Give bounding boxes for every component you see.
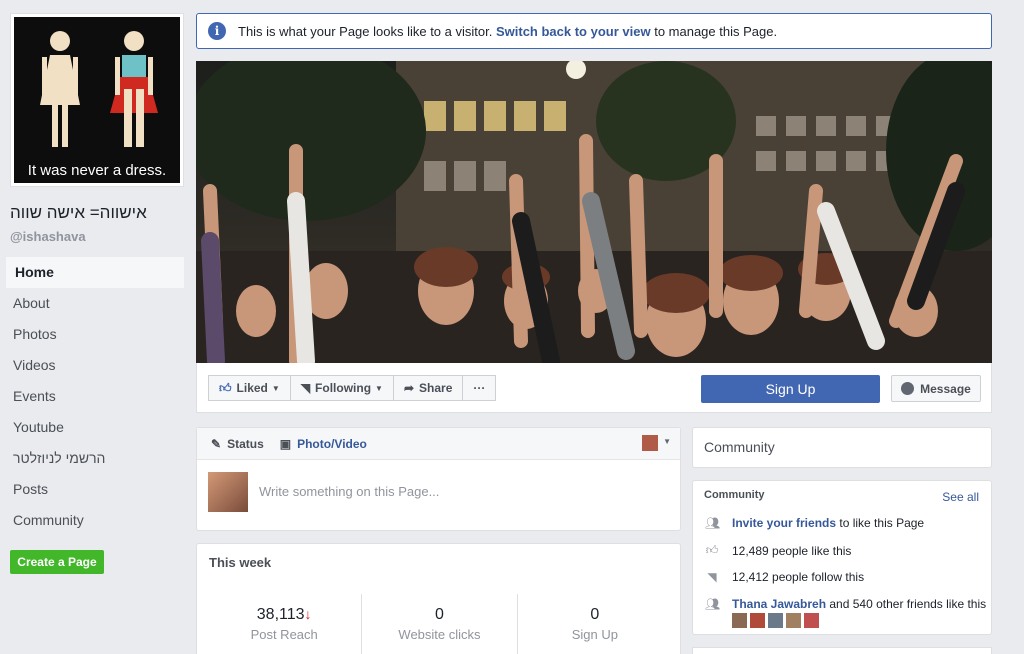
this-week-title: This week xyxy=(209,555,272,570)
post-reach-number: 38,113 xyxy=(256,606,305,623)
nav-item-community[interactable]: Community xyxy=(4,505,184,536)
friend-avatar[interactable] xyxy=(750,613,765,628)
friends-like-text: and 540 other friends like this xyxy=(829,597,987,611)
rss-icon: ◥ xyxy=(707,570,717,584)
this-week-card: This week 38,113↓ Post Reach 0 Website c… xyxy=(196,543,681,654)
visitor-view-notice: i This is what your Page looks like to a… xyxy=(196,13,992,49)
post-reach-stat[interactable]: 38,113↓ Post Reach xyxy=(207,594,363,654)
caret-down-icon: ▼ xyxy=(271,383,280,393)
following-label: Following xyxy=(315,381,372,395)
share-arrow-icon: ➦ xyxy=(403,381,415,395)
notice-text-after: to manage this Page. xyxy=(654,23,778,39)
info-icon: i xyxy=(208,22,226,40)
friend-avatar[interactable] xyxy=(732,613,747,628)
share-button[interactable]: ➦ Share xyxy=(392,375,464,401)
friend-avatars xyxy=(732,613,822,628)
post-reach-label: Post Reach xyxy=(250,627,318,642)
page-name[interactable]: אישווה= אישה שווה xyxy=(10,203,147,223)
caret-down-icon[interactable]: ▼ xyxy=(663,437,671,446)
nav-item-newsletter[interactable]: הרשמי לניוזלטר xyxy=(4,443,184,474)
liked-button[interactable]: 👍︎ Liked ▼ xyxy=(208,375,291,401)
status-label: Status xyxy=(227,436,264,451)
page-action-bar: 👍︎ Liked ▼ ◥ Following ▼ ➦ Share ··· Sig… xyxy=(196,363,992,413)
website-clicks-label: Website clicks xyxy=(398,627,481,642)
profile-image: It was never a dress. xyxy=(14,17,180,183)
nav-item-videos[interactable]: Videos xyxy=(4,350,184,381)
composer-tabs: ✎ Status ▣ Photo/Video ▼ xyxy=(197,428,680,460)
friend-avatar[interactable] xyxy=(786,613,801,628)
stats-row: 38,113↓ Post Reach 0 Website clicks 0 Si… xyxy=(207,594,672,654)
cover-photo[interactable] xyxy=(196,61,992,363)
website-clicks-stat[interactable]: 0 Website clicks xyxy=(362,594,518,654)
website-clicks-value: 0 xyxy=(435,606,444,623)
message-label: Message xyxy=(920,381,971,396)
nav-item-youtube[interactable]: Youtube xyxy=(4,412,184,443)
friend-avatar[interactable] xyxy=(804,613,819,628)
create-page-button[interactable]: Create a Page xyxy=(10,550,104,574)
nav-item-posts[interactable]: Posts xyxy=(4,474,184,505)
rss-icon: ◥ xyxy=(300,381,311,395)
message-button[interactable]: Message xyxy=(891,375,981,402)
community-header[interactable]: Community xyxy=(692,427,992,468)
page-handle[interactable]: @ishashava xyxy=(10,229,86,244)
write-post-input[interactable]: Write something on this Page... xyxy=(259,484,439,499)
status-tab[interactable]: ✎ Status xyxy=(211,437,264,451)
following-button[interactable]: ◥ Following ▼ xyxy=(289,375,394,401)
more-options-button[interactable]: ··· xyxy=(462,375,497,401)
nav-item-home[interactable]: Home xyxy=(4,257,184,288)
caret-down-icon: ▼ xyxy=(375,383,383,393)
posting-as-avatar[interactable] xyxy=(642,435,658,451)
community-card: Community See all 👥︎ Invite your friends… xyxy=(692,480,992,635)
profile-picture[interactable]: It was never a dress. xyxy=(10,13,184,187)
more-dots-icon: ··· xyxy=(473,381,486,395)
invite-friends-text: to like this Page xyxy=(839,516,925,530)
likes-count: 12,489 people like this xyxy=(732,543,852,558)
notice-text: This is what your Page looks like to a v… xyxy=(238,24,777,39)
nav-item-events[interactable]: Events xyxy=(4,381,184,412)
sign-up-label: Sign Up xyxy=(571,627,618,642)
liked-label: Liked xyxy=(236,381,268,395)
sign-up-value: 0 xyxy=(590,606,600,623)
next-card xyxy=(692,647,992,654)
page-nav: Home About Photos Videos Events Youtube … xyxy=(4,257,184,536)
see-all-link[interactable]: See all xyxy=(942,490,979,504)
thumbs-up-icon: 👍︎ xyxy=(705,543,719,557)
share-label: Share xyxy=(419,381,453,395)
pencil-icon: ✎ xyxy=(211,436,222,451)
thumbs-up-icon: 👍︎ xyxy=(219,380,232,395)
page-button-group: 👍︎ Liked ▼ ◥ Following ▼ ➦ Share ··· xyxy=(208,375,497,401)
community-card-title: Community xyxy=(704,489,765,501)
photo-video-tab[interactable]: ▣ Photo/Video xyxy=(280,437,367,451)
crowd-protest-photo xyxy=(196,61,992,363)
photo-video-label: Photo/Video xyxy=(297,436,367,451)
profile-caption: It was never a dress. xyxy=(27,162,167,179)
messenger-icon xyxy=(901,382,915,395)
notice-text-before: This is what your Page looks like to a v… xyxy=(238,23,493,39)
switch-view-link[interactable]: Switch back to your view xyxy=(496,24,651,39)
restroom-figures-icon xyxy=(40,31,158,147)
camera-icon: ▣ xyxy=(279,436,292,451)
post-reach-value: 38,113↓ xyxy=(207,606,361,624)
nav-item-about[interactable]: About xyxy=(4,288,184,319)
follows-count: 12,412 people follow this xyxy=(732,570,865,584)
friends-icon: 👥︎ xyxy=(705,516,721,530)
follows-row: ◥ 12,412 people follow this xyxy=(705,570,864,584)
friends-like-row: 👥︎ Thana Jawabreh and 540 other friends … xyxy=(705,597,986,611)
nav-item-photos[interactable]: Photos xyxy=(4,319,184,350)
invite-friends-row: 👥︎ Invite your friends to like this Page xyxy=(705,516,924,530)
invite-friends-link[interactable]: Invite your friends xyxy=(732,516,836,530)
down-arrow-icon: ↓ xyxy=(304,606,312,622)
composer-avatar xyxy=(208,472,248,512)
likes-row: 👍︎ 12,489 people like this xyxy=(705,543,852,558)
friend-name-link[interactable]: Thana Jawabreh xyxy=(732,597,826,611)
sign-up-button[interactable]: Sign Up xyxy=(701,375,880,403)
friend-avatar[interactable] xyxy=(768,613,783,628)
sign-up-stat[interactable]: 0 Sign Up xyxy=(518,594,672,654)
post-composer: ✎ Status ▣ Photo/Video ▼ Write something… xyxy=(196,427,681,531)
friends-icon: 👥︎ xyxy=(705,597,721,611)
